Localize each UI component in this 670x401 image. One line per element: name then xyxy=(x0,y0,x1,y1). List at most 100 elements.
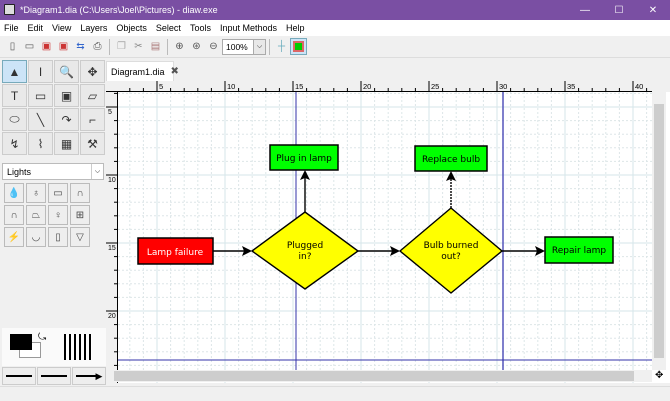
diagram-canvas[interactable]: 5 10 15 20 25 30 35 40 5 10 15 20 Plug in lamp Repl… xyxy=(106,81,670,383)
tool-button[interactable]: ⬭ xyxy=(2,108,27,131)
node-label: out? xyxy=(441,252,461,262)
toolbox: ▲ I 🔍 ✥ T ▭ ▣ ▱ ⬭ ╲ ↷ ⌐ ↯ ⌇ ▦ ⚒ xyxy=(2,60,106,155)
tool-button[interactable]: ↯ xyxy=(2,132,27,155)
tool-button[interactable]: ⌐ xyxy=(80,108,105,131)
window-title: *Diagram1.dia (C:\Users\Joel\Pictures) -… xyxy=(20,5,218,15)
divider xyxy=(167,38,168,55)
menu-layers[interactable]: Layers xyxy=(80,23,107,33)
ruler-label: 25 xyxy=(431,82,439,91)
vertical-scrollbar[interactable] xyxy=(652,92,666,370)
ruler-label: 5 xyxy=(108,109,112,116)
export-icon[interactable]: ⇆ xyxy=(72,38,89,55)
menu-tools[interactable]: Tools xyxy=(190,23,211,33)
sheet-shape-button[interactable]: ♀ xyxy=(48,205,68,225)
tab-label: Diagram1.dia xyxy=(111,66,165,77)
cut-icon[interactable]: ✂ xyxy=(130,38,147,55)
swap-colors-icon[interactable]: ⤿ xyxy=(38,332,46,343)
maximize-button[interactable]: ☐ xyxy=(602,0,636,20)
node-label: Repair lamp xyxy=(552,246,606,256)
ruler-label: 35 xyxy=(567,82,575,91)
save-icon[interactable]: ▣ xyxy=(38,38,55,55)
sheet-shape-button[interactable]: ♁ xyxy=(26,183,46,203)
line-width-selector[interactable] xyxy=(64,334,92,360)
sheet-shape-button[interactable]: ⊞ xyxy=(70,205,90,225)
node-label: Replace bulb xyxy=(422,155,480,165)
tool-button[interactable]: ⌇ xyxy=(28,132,53,155)
node-label: in? xyxy=(299,252,312,262)
sheet-shape-button[interactable]: ◡ xyxy=(26,227,46,247)
tool-button[interactable]: 🔍 xyxy=(54,60,79,83)
menu-bar: File Edit View Layers Objects Select Too… xyxy=(0,20,670,36)
minimize-button[interactable]: — xyxy=(568,0,602,20)
close-button[interactable]: ✕ xyxy=(636,0,670,20)
canvas-area[interactable]: 5 10 15 20 25 30 35 40 5 10 15 20 Plug in lamp Repl… xyxy=(106,81,670,383)
node-label: Plug in lamp xyxy=(276,154,332,164)
foreground-color[interactable] xyxy=(10,334,32,350)
zoom-value: 100% xyxy=(226,41,248,52)
menu-objects[interactable]: Objects xyxy=(116,23,147,33)
node-label: Lamp failure xyxy=(147,248,204,258)
start-arrow-selector[interactable] xyxy=(2,367,36,385)
open-icon[interactable]: ▭ xyxy=(21,38,38,55)
ruler-label: 5 xyxy=(159,82,163,91)
sheet-select[interactable]: Lights ⌵ xyxy=(2,163,104,180)
zoom-out-icon[interactable]: ⊖ xyxy=(205,38,222,55)
navigation-icon[interactable]: ✥ xyxy=(655,370,663,381)
tool-button[interactable]: ↷ xyxy=(54,108,79,131)
divider xyxy=(109,38,110,55)
tool-button[interactable]: ▣ xyxy=(54,84,79,107)
copy-icon[interactable]: ❐ xyxy=(113,38,130,55)
status-bar xyxy=(0,386,670,401)
paste-icon[interactable]: ▤ xyxy=(147,38,164,55)
sheet-shape-button[interactable]: ∩ xyxy=(70,183,90,203)
chevron-down-icon: ⌵ xyxy=(91,164,103,179)
menu-select[interactable]: Select xyxy=(156,23,181,33)
menu-file[interactable]: File xyxy=(4,23,19,33)
scroll-thumb[interactable] xyxy=(114,371,634,381)
tool-button[interactable]: ▦ xyxy=(54,132,79,155)
color-selector[interactable]: ⤿ xyxy=(2,328,106,366)
toolbar: ▯ ▭ ▣ ▣ ⇆ ⎙ ❐ ✂ ▤ ⊕ ⊛ ⊖ 100% ⌵ ┼ xyxy=(0,36,670,58)
print-icon[interactable]: ⎙ xyxy=(89,38,106,55)
sheet-shape-button[interactable]: ⚡ xyxy=(4,227,24,247)
tool-button[interactable]: ▲ xyxy=(2,60,27,83)
sheet-shape-button[interactable]: ∩ xyxy=(4,205,24,225)
close-tab-icon[interactable]: ✖ xyxy=(171,66,179,77)
title-bar: *Diagram1.dia (C:\Users\Joel\Pictures) -… xyxy=(0,0,670,20)
tool-button[interactable]: ▱ xyxy=(80,84,105,107)
tool-button[interactable]: ⚒ xyxy=(80,132,105,155)
menu-edit[interactable]: Edit xyxy=(28,23,44,33)
sheet-shape-button[interactable]: ⏢ xyxy=(26,205,46,225)
sheet-shape-button[interactable]: ▯ xyxy=(48,227,68,247)
menu-input-methods[interactable]: Input Methods xyxy=(220,23,277,33)
ruler-label: 30 xyxy=(499,82,507,91)
tool-button[interactable]: ✥ xyxy=(80,60,105,83)
ruler-label: 20 xyxy=(108,313,116,320)
save-as-icon[interactable]: ▣ xyxy=(55,38,72,55)
zoom-fit-icon[interactable]: ⊛ xyxy=(188,38,205,55)
ruler-label: 40 xyxy=(635,82,643,91)
tab-diagram1[interactable]: Diagram1.dia ✖ xyxy=(106,61,179,81)
zoom-in-icon[interactable]: ⊕ xyxy=(171,38,188,55)
zoom-select[interactable]: 100% ⌵ xyxy=(222,38,266,55)
line-style-selector[interactable] xyxy=(37,367,71,385)
new-icon[interactable]: ▯ xyxy=(4,38,21,55)
sheet-shapes: 💧 ♁ ▭ ∩ ∩ ⏢ ♀ ⊞ ⚡ ◡ ▯ ▽ xyxy=(4,183,90,247)
tool-button[interactable]: T xyxy=(2,84,27,107)
tool-button[interactable]: ╲ xyxy=(28,108,53,131)
connectors xyxy=(213,176,539,252)
tool-button[interactable]: ▭ xyxy=(28,84,53,107)
sheet-shape-button[interactable]: 💧 xyxy=(4,183,24,203)
snap-to-grid-icon[interactable]: ┼ xyxy=(273,38,290,55)
menu-view[interactable]: View xyxy=(52,23,71,33)
end-arrow-selector[interactable]: ▶ xyxy=(72,367,106,385)
menu-help[interactable]: Help xyxy=(286,23,305,33)
horizontal-scrollbar[interactable] xyxy=(106,370,652,382)
scroll-thumb[interactable] xyxy=(654,104,664,358)
snap-to-objects-icon[interactable] xyxy=(290,38,307,55)
sheet-shape-button[interactable]: ▭ xyxy=(48,183,68,203)
sheet-shape-button[interactable]: ▽ xyxy=(70,227,90,247)
chevron-down-icon: ⌵ xyxy=(253,39,265,54)
ruler-label: 10 xyxy=(108,177,116,184)
tool-button[interactable]: I xyxy=(28,60,53,83)
